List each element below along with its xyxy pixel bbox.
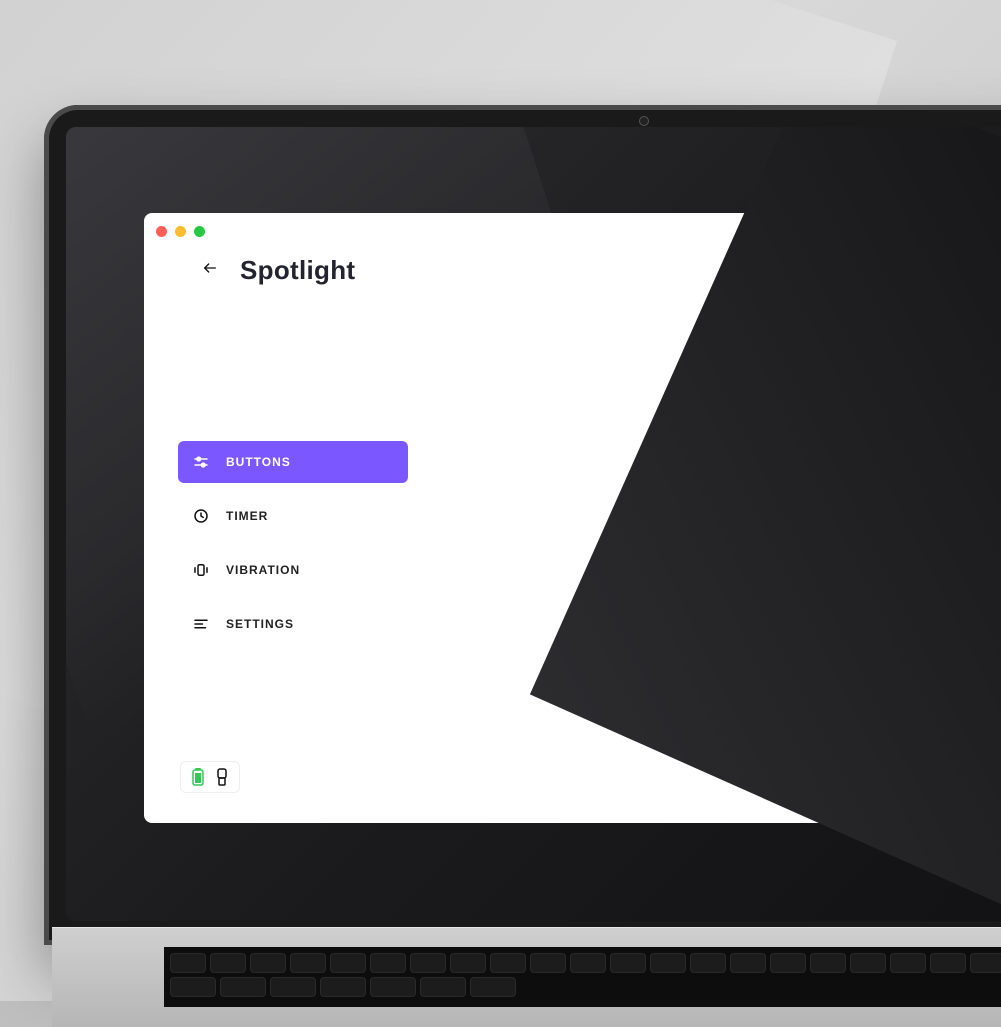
callout-node bbox=[937, 492, 951, 506]
sidebar-item-label: TIMER bbox=[226, 509, 394, 523]
laptop-frame: Spotlight BUTTONS TIMER bbox=[44, 105, 1001, 945]
window-zoom-button[interactable] bbox=[194, 226, 205, 237]
callout-node bbox=[936, 386, 950, 400]
callout-node bbox=[920, 385, 934, 399]
battery-icon bbox=[191, 768, 205, 786]
callout-node bbox=[920, 436, 934, 450]
clock-icon bbox=[192, 507, 210, 525]
callout-node bbox=[976, 436, 990, 450]
sidebar-item-settings[interactable]: SETTINGS bbox=[178, 603, 408, 645]
callout-highlight[interactable]: Highlight Pointer button bbox=[830, 365, 923, 408]
remote-next-button[interactable] bbox=[927, 431, 979, 483]
header: Spotlight bbox=[196, 255, 1001, 286]
chevron-right-icon bbox=[946, 450, 960, 464]
sidebar: BUTTONS TIMER VIBRATION bbox=[178, 441, 408, 657]
laptop-camera bbox=[639, 116, 649, 126]
remote-pointer-button[interactable] bbox=[939, 385, 967, 413]
vibration-icon bbox=[192, 561, 210, 579]
remote-device bbox=[914, 343, 992, 703]
window-controls bbox=[156, 226, 205, 237]
callout-subtitle: Pointer button bbox=[842, 388, 911, 400]
sliders-icon bbox=[192, 453, 210, 471]
window-minimize-button[interactable] bbox=[175, 226, 186, 237]
page-title: Spotlight bbox=[240, 255, 355, 286]
settings-lines-icon bbox=[192, 615, 210, 633]
sidebar-item-buttons[interactable]: BUTTONS bbox=[178, 441, 408, 483]
app-window: Spotlight BUTTONS TIMER bbox=[144, 213, 1001, 823]
laptop-keyboard bbox=[164, 947, 1001, 1007]
status-bar bbox=[180, 761, 240, 793]
device-preview: Highlight Pointer button Start presentat… bbox=[744, 323, 1001, 753]
sidebar-item-label: VIBRATION bbox=[226, 563, 394, 577]
sidebar-item-label: BUTTONS bbox=[226, 455, 394, 469]
laptop-screen: Spotlight BUTTONS TIMER bbox=[66, 127, 1001, 921]
back-button[interactable] bbox=[196, 260, 224, 281]
receiver-icon bbox=[215, 768, 229, 786]
back-arrow-icon bbox=[202, 260, 218, 276]
callout-title: Blank screen bbox=[848, 483, 929, 498]
sidebar-item-label: SETTINGS bbox=[226, 617, 394, 631]
callout-subtitle: Back button bbox=[848, 498, 929, 510]
sidebar-item-vibration[interactable]: VIBRATION bbox=[178, 549, 408, 591]
remote-back-button[interactable] bbox=[939, 497, 967, 525]
callout-node bbox=[920, 491, 934, 505]
sidebar-item-timer[interactable]: TIMER bbox=[178, 495, 408, 537]
mouse-cursor bbox=[896, 405, 912, 421]
callout-title: Highlight bbox=[842, 373, 911, 388]
window-close-button[interactable] bbox=[156, 226, 167, 237]
callout-blank-screen[interactable]: Blank screen Back button bbox=[836, 475, 941, 518]
